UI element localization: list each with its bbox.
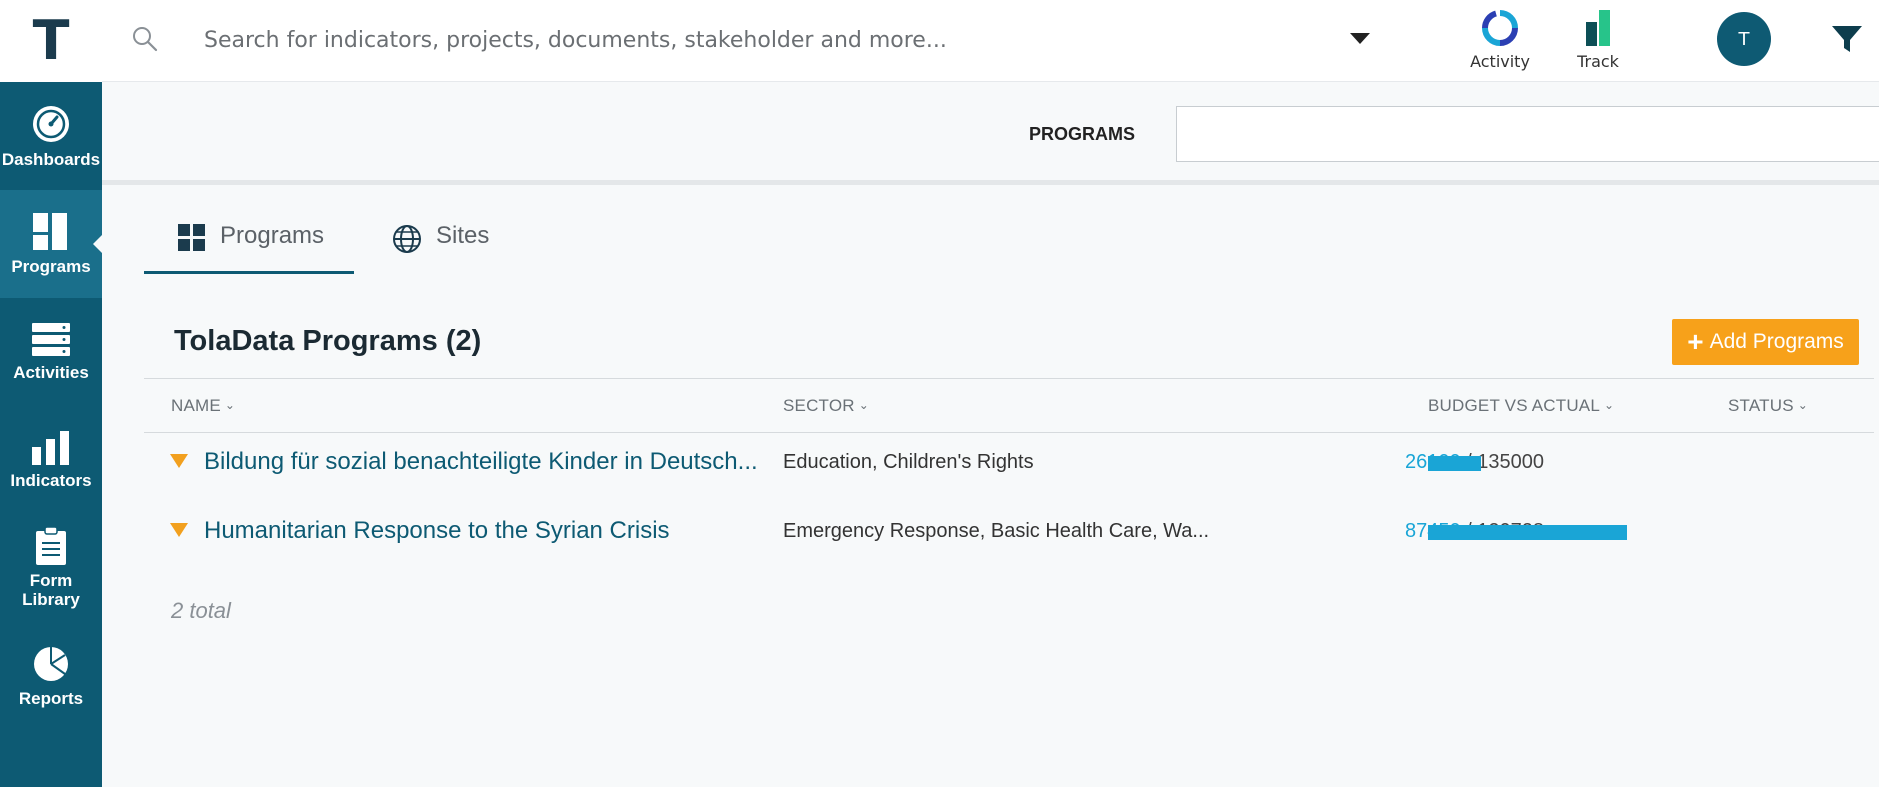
chevron-down-icon: ⌄ bbox=[224, 398, 236, 412]
search-icon bbox=[133, 27, 158, 52]
sidebar-label-activities: Activities bbox=[13, 362, 89, 382]
add-programs-label: Add Programs bbox=[1709, 330, 1844, 353]
table-row: Bildung für sozial benachteiligte Kinder… bbox=[144, 438, 1874, 498]
activity-refresh-icon bbox=[1481, 10, 1518, 46]
chevron-down-icon: ⌄ bbox=[1797, 398, 1809, 412]
tab-programs-label: Programs bbox=[220, 222, 325, 249]
program-sector: Education, Children's Rights bbox=[783, 451, 1034, 473]
column-header-budget[interactable]: BUDGET VS ACTUAL ⌄ bbox=[1428, 396, 1614, 416]
programs-grid-icon bbox=[33, 212, 67, 250]
sidebar: Dashboards Programs Activities Indicator… bbox=[0, 82, 102, 787]
server-stack-icon bbox=[32, 322, 70, 356]
sidebar-label-programs: Programs bbox=[11, 256, 91, 276]
budget-progress-bar bbox=[1428, 456, 1481, 471]
sidebar-label-reports: Reports bbox=[18, 688, 84, 708]
column-sector-label: SECTOR bbox=[783, 396, 855, 415]
table-top-divider bbox=[144, 378, 1874, 379]
track-bars-icon bbox=[1586, 10, 1610, 46]
top-bar: T Activity Track T bbox=[0, 0, 1879, 82]
clipboard-icon bbox=[36, 527, 66, 565]
sidebar-item-indicators[interactable]: Indicators bbox=[0, 406, 102, 514]
column-status-label: STATUS bbox=[1728, 396, 1794, 415]
track-label: Track bbox=[1577, 52, 1619, 71]
search-dropdown-caret-icon[interactable] bbox=[1350, 33, 1370, 44]
subheader: PROGRAMS bbox=[102, 82, 1879, 185]
filter-icon[interactable] bbox=[1830, 24, 1864, 54]
sidebar-item-programs[interactable]: Programs bbox=[0, 190, 102, 298]
column-header-sector[interactable]: SECTOR ⌄ bbox=[783, 396, 869, 416]
chevron-down-icon: ⌄ bbox=[1604, 398, 1615, 412]
program-name-link[interactable]: Humanitarian Response to the Syrian Cris… bbox=[204, 517, 670, 545]
tab-programs[interactable]: Programs bbox=[178, 222, 324, 274]
column-name-label: NAME bbox=[171, 396, 221, 415]
plus-icon: + bbox=[1687, 326, 1704, 357]
activity-button[interactable]: Activity bbox=[1460, 8, 1540, 74]
sidebar-item-form-library[interactable]: Form Library bbox=[0, 514, 102, 622]
tab-sites[interactable]: Sites bbox=[392, 222, 489, 274]
grid-icon bbox=[178, 224, 205, 251]
track-button[interactable]: Track bbox=[1558, 8, 1638, 74]
add-programs-button[interactable]: + Add Programs bbox=[1672, 319, 1859, 365]
avatar-initial: T bbox=[1738, 28, 1750, 50]
app-logo[interactable]: T bbox=[0, 0, 102, 82]
chevron-down-icon: ⌄ bbox=[858, 398, 869, 412]
column-header-status[interactable]: STATUS ⌄ bbox=[1728, 396, 1808, 416]
active-tab-indicator bbox=[144, 271, 354, 274]
speedometer-icon bbox=[33, 105, 69, 142]
expand-triangle-icon[interactable] bbox=[170, 523, 188, 537]
search-input[interactable] bbox=[204, 18, 1324, 62]
sidebar-item-reports[interactable]: Reports bbox=[0, 622, 102, 730]
table-header-divider bbox=[144, 432, 1874, 433]
expand-triangle-icon[interactable] bbox=[170, 454, 188, 468]
total-count: 2 total bbox=[171, 598, 231, 623]
sidebar-item-dashboards[interactable]: Dashboards bbox=[0, 82, 102, 190]
budget-progress-bar bbox=[1428, 525, 1627, 540]
pie-chart-icon bbox=[34, 646, 68, 681]
program-name-link[interactable]: Bildung für sozial benachteiligte Kinder… bbox=[204, 448, 758, 476]
bar-chart-icon bbox=[32, 430, 69, 465]
page-title: TolaData Programs (2) bbox=[174, 325, 482, 357]
activity-label: Activity bbox=[1470, 52, 1530, 71]
globe-icon bbox=[393, 225, 421, 253]
sidebar-label-indicators: Indicators bbox=[10, 470, 92, 490]
program-sector: Emergency Response, Basic Health Care, W… bbox=[783, 520, 1210, 542]
sidebar-label-dashboards: Dashboards bbox=[1, 149, 101, 169]
column-header-name[interactable]: NAME ⌄ bbox=[171, 396, 235, 416]
table-row: Humanitarian Response to the Syrian Cris… bbox=[144, 507, 1874, 567]
tab-sites-label: Sites bbox=[436, 222, 490, 249]
column-budget-label: BUDGET VS ACTUAL bbox=[1428, 396, 1600, 415]
logo-letter: T bbox=[32, 9, 70, 72]
user-avatar[interactable]: T bbox=[1717, 12, 1771, 66]
programs-section-label: PROGRAMS bbox=[1029, 124, 1136, 144]
sidebar-label-form-library: Form Library bbox=[22, 571, 80, 609]
sidebar-item-activities[interactable]: Activities bbox=[0, 298, 102, 406]
programs-select-field[interactable] bbox=[1176, 106, 1879, 162]
